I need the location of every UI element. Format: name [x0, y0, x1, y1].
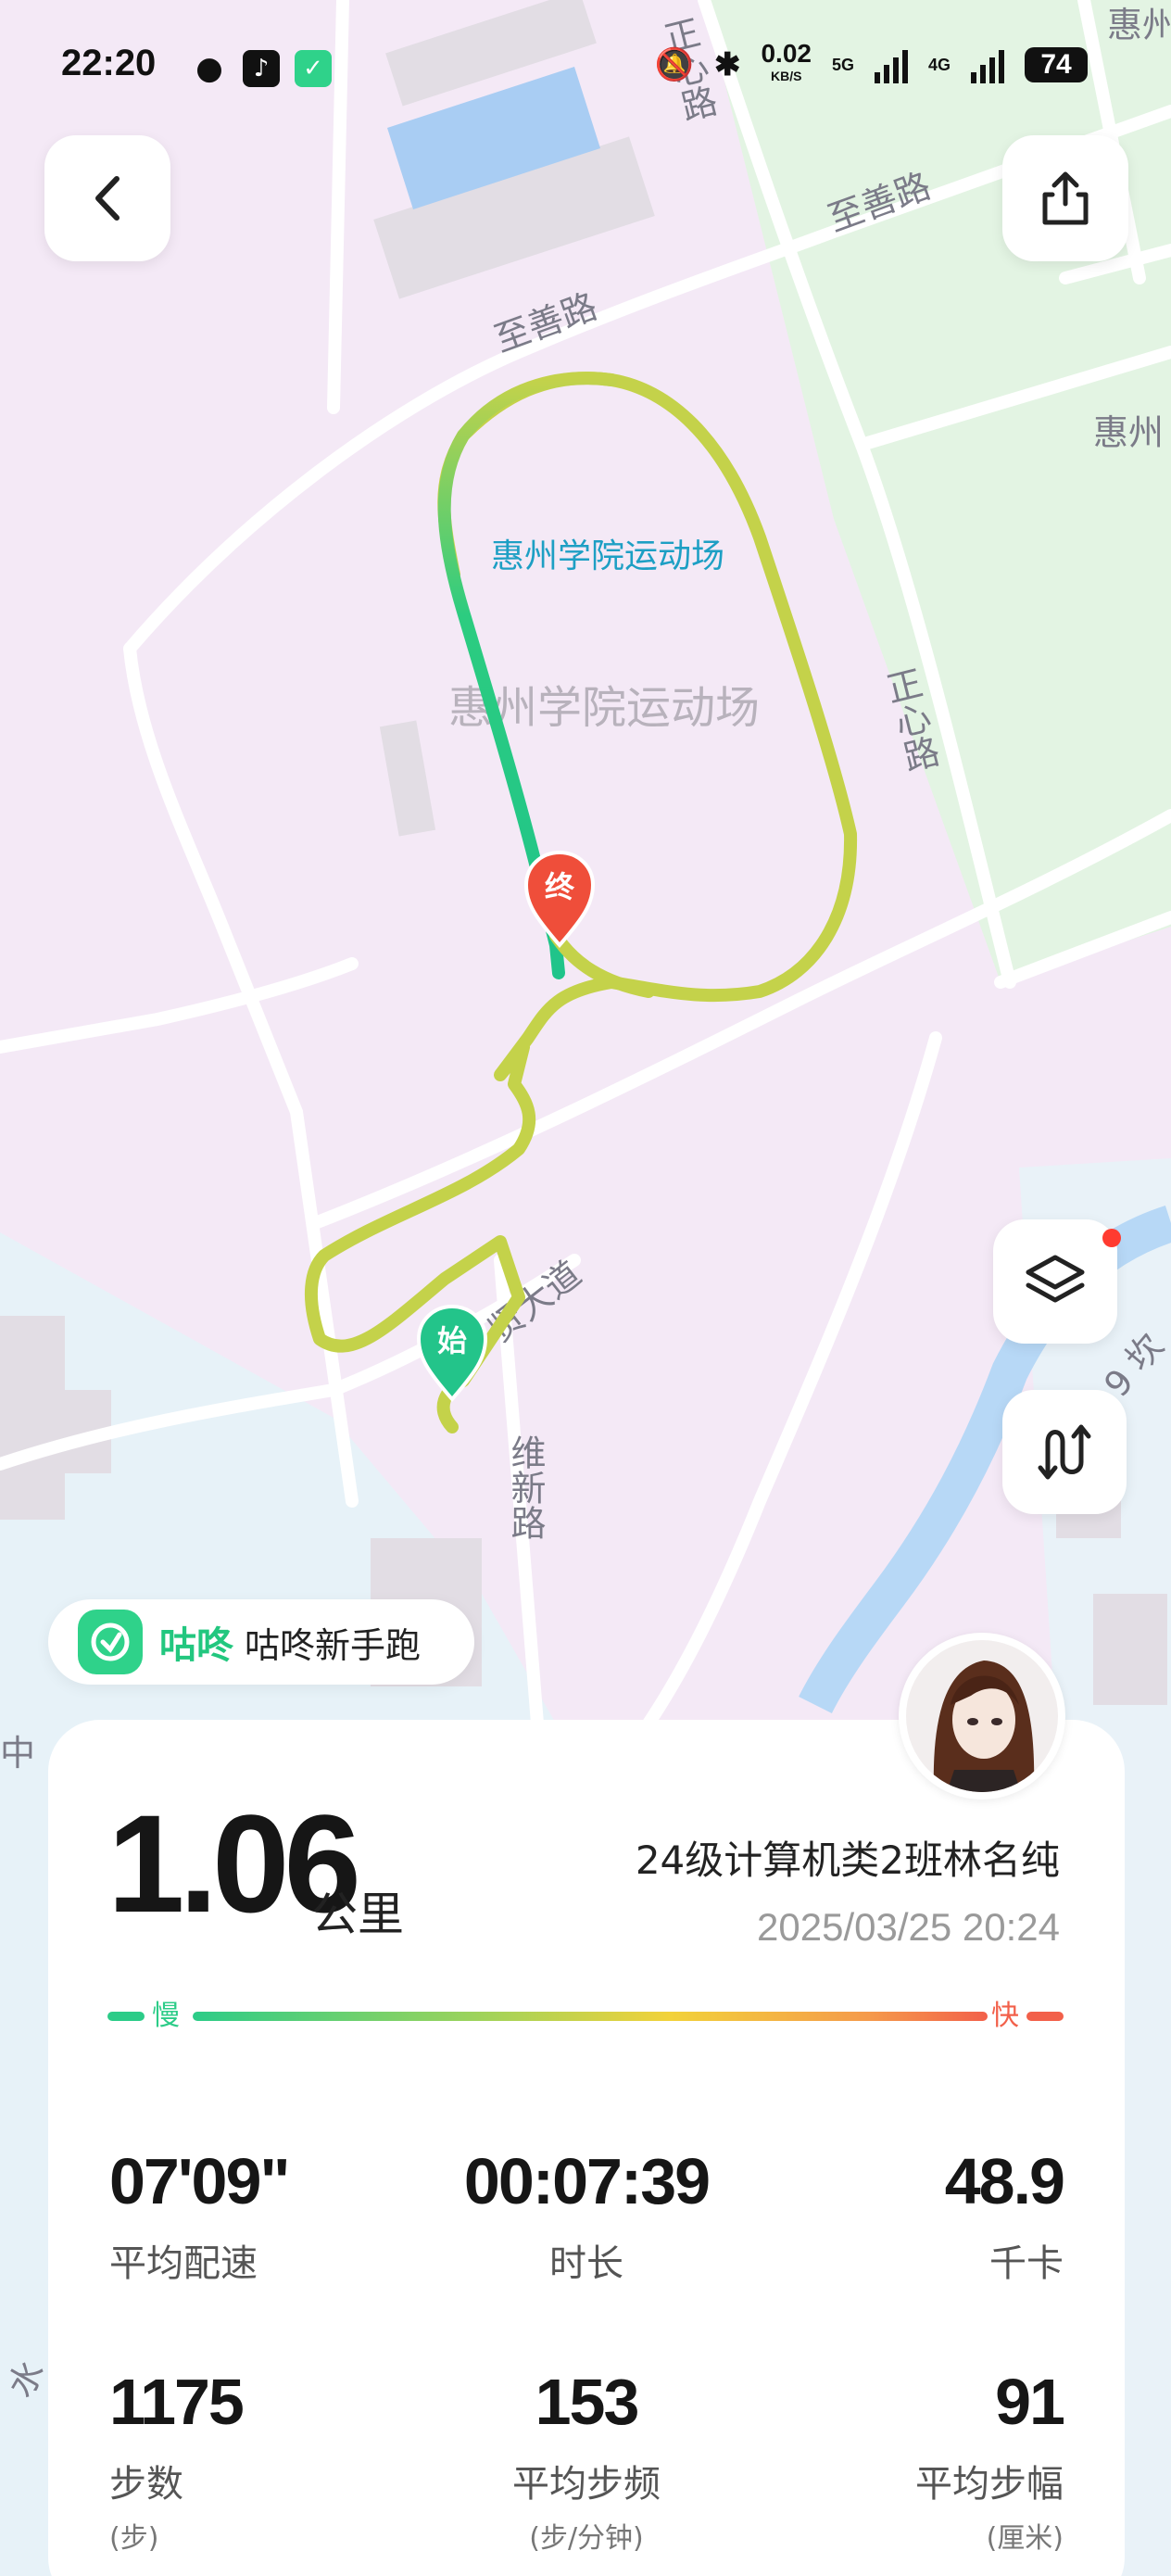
- stat-unit: (步/分钟): [529, 2522, 644, 2555]
- route-icon: [1038, 1424, 1091, 1480]
- road-label-zhengxin-2: 正心路: [885, 667, 940, 777]
- distance-unit: 公里: [311, 1888, 404, 1941]
- share-button[interactable]: [1002, 135, 1128, 261]
- stat-value: 91: [995, 2366, 1065, 2438]
- wechat-icon: ●: [195, 50, 223, 87]
- tiktok-icon: ♪: [243, 50, 280, 87]
- status-time: 22:20: [61, 43, 157, 83]
- stat-unit: (厘米): [986, 2522, 1064, 2555]
- notification-dot: [1102, 1229, 1121, 1247]
- signal-bars-icon: [874, 46, 908, 83]
- net-speed-unit: KB/S: [770, 69, 802, 83]
- stat-value: 48.9: [944, 2145, 1065, 2217]
- stat-duration: 00:07:39 时长: [420, 2144, 753, 2287]
- pace-fast-label: 快: [991, 2000, 1019, 2032]
- road-label-hui: 惠州: [1093, 412, 1164, 453]
- net-speed: 0.02: [761, 39, 812, 68]
- stat-cadence: 153 平均步频 (步/分钟): [420, 2365, 753, 2556]
- stat-value: 00:07:39: [463, 2145, 711, 2217]
- share-icon: [1042, 171, 1089, 225]
- avatar[interactable]: [899, 1633, 1065, 1799]
- stat-unit: (步): [109, 2522, 159, 2555]
- stat-label: 时长: [549, 2242, 623, 2285]
- sim2-type: 4G: [927, 55, 951, 74]
- codoon-logo-icon: [78, 1610, 143, 1674]
- user-avatar-image: [906, 1640, 1058, 1792]
- pace-legend: 慢 快: [107, 1998, 1064, 2035]
- battery-level: 74: [1025, 47, 1088, 82]
- codoon-app-icon: ✓: [295, 50, 332, 87]
- mute-bell-icon: 🔕: [654, 47, 694, 82]
- map-layers-button[interactable]: [993, 1219, 1117, 1344]
- start-marker-label: 始: [437, 1323, 467, 1358]
- stat-value: 1175: [109, 2366, 245, 2438]
- stat-label: 千卡: [989, 2242, 1064, 2285]
- status-bar: 22:20 ● ♪ ✓ 🔕 ✱ 0.02 KB/S 5G 4G 74: [0, 0, 1171, 139]
- signal-bars-icon: [971, 46, 1004, 83]
- pace-gradient-bar: [107, 2012, 1064, 2021]
- stat-stride: 91 平均步幅 (厘米): [730, 2365, 1065, 2556]
- run-summary-card: 1.06 公里 24级计算机类2班林名纯 2025/03/25 20:24 慢 …: [48, 1720, 1125, 2576]
- stat-steps: 1175 步数 (步): [109, 2365, 443, 2556]
- stat-label: 平均步幅: [915, 2463, 1064, 2506]
- stat-label: 平均配速: [109, 2242, 258, 2285]
- stat-label: 步数: [109, 2463, 183, 2506]
- road-label-zhong: 中: [0, 1733, 35, 1774]
- brand-pill[interactable]: 咕咚 咕咚新手跑: [48, 1599, 474, 1685]
- stat-calories: 48.9 千卡: [730, 2144, 1065, 2287]
- sim1-type: 5G: [831, 55, 854, 74]
- road-label-weixin: 维新路: [505, 1434, 546, 1540]
- stat-value: 153: [535, 2366, 640, 2438]
- user-name: 24级计算机类2班林名纯: [635, 1837, 1060, 1883]
- stat-value: 07'09": [109, 2145, 291, 2217]
- end-marker-label: 终: [545, 869, 575, 904]
- stat-avg-pace: 07'09" 平均配速: [109, 2144, 443, 2287]
- bluetooth-icon: ✱: [713, 47, 741, 82]
- chevron-left-icon: [95, 176, 120, 221]
- pace-slow-label: 慢: [152, 2000, 180, 2032]
- back-button[interactable]: [44, 135, 170, 261]
- brand-subtitle: 咕咚新手跑: [245, 1624, 422, 1666]
- run-datetime: 2025/03/25 20:24: [757, 1905, 1060, 1949]
- layers-icon: [1026, 1255, 1085, 1303]
- stadium-marker-label: 惠州学院运动场: [491, 537, 724, 575]
- route-mode-button[interactable]: [1002, 1390, 1127, 1514]
- stat-label: 平均步频: [512, 2463, 661, 2506]
- brand-name: 咕咚: [159, 1624, 233, 1667]
